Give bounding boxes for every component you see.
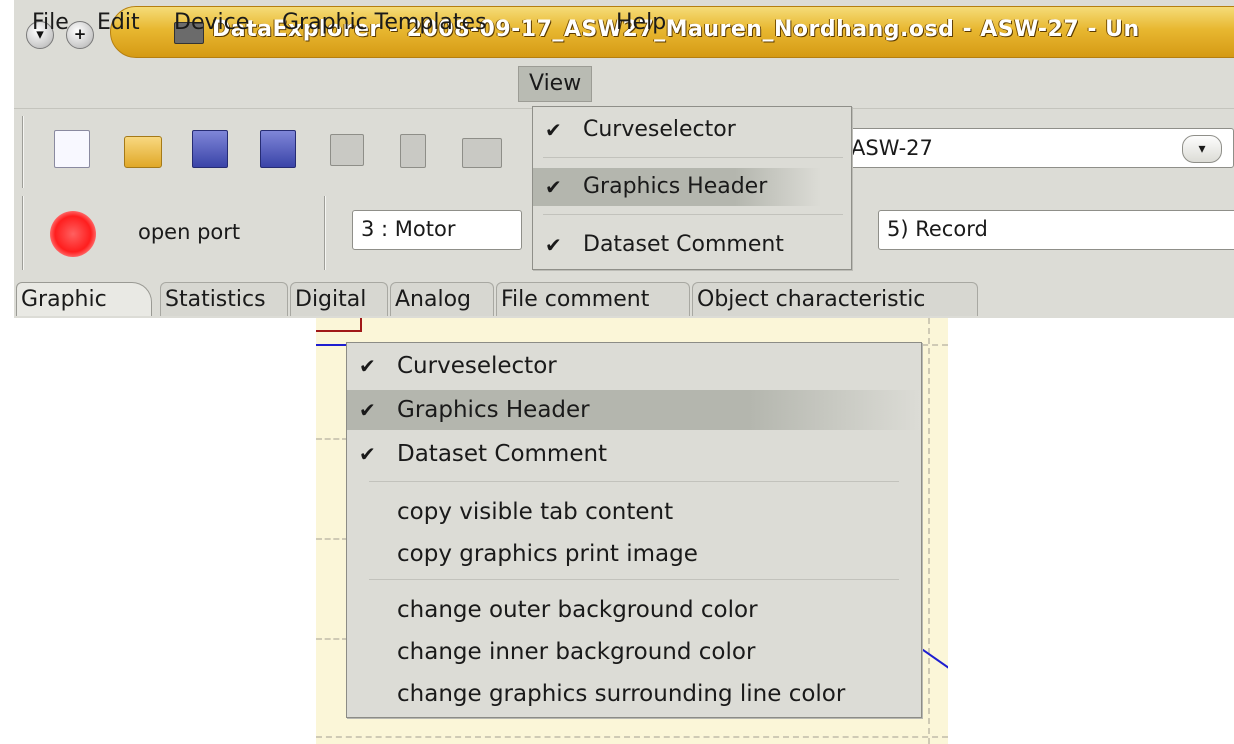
save-icon[interactable]: [192, 130, 228, 168]
toolbar-separator: [324, 196, 326, 270]
menu-help[interactable]: Help: [606, 6, 676, 40]
menu-bar: [14, 64, 1234, 109]
grid-line: [316, 736, 948, 738]
device-select-value: ASW-27: [851, 136, 933, 160]
context-item-surrounding-line-color[interactable]: change graphics surrounding line color: [347, 674, 921, 714]
curve-blue: [316, 344, 346, 346]
open-port-label[interactable]: open port: [138, 220, 240, 244]
toolbar-handle: [22, 196, 24, 270]
check-icon: ✔: [359, 398, 376, 422]
check-icon: ✔: [545, 118, 562, 142]
channel-select[interactable]: 3 : Motor: [352, 210, 522, 250]
menu-view[interactable]: View: [518, 66, 593, 102]
menu-separator: [369, 481, 899, 482]
graphic-context-menu: ✔ Curveselector ✔ Graphics Header ✔ Data…: [346, 342, 922, 718]
menu-edit[interactable]: Edit: [87, 6, 150, 40]
record-select-value: 5) Record: [887, 217, 988, 241]
context-item-label: change graphics surrounding line color: [397, 681, 846, 707]
view-menu-item-label: Curveselector: [583, 117, 736, 142]
toolbar-handle: [22, 116, 24, 188]
context-item-graphics-header[interactable]: ✔ Graphics Header: [347, 390, 921, 430]
menu-device[interactable]: Device: [164, 6, 259, 40]
save-as-icon[interactable]: [260, 130, 296, 168]
view-menu-dropdown: ✔ Curveselector ✔ Graphics Header ✔ Data…: [532, 106, 852, 270]
open-folder-icon[interactable]: [124, 136, 162, 168]
curve-blue: [919, 646, 948, 672]
context-item-label: Curveselector: [397, 353, 557, 379]
view-menu-item-dataset-comment[interactable]: ✔ Dataset Comment: [533, 226, 851, 264]
grid-line: [316, 538, 348, 540]
channel-select-value: 3 : Motor: [361, 217, 456, 241]
menu-separator: [369, 579, 899, 580]
view-menu-item-label: Graphics Header: [583, 174, 768, 199]
menu-separator: [543, 157, 843, 158]
grid-line: [316, 638, 348, 640]
menu-graphic-templates[interactable]: Graphic Templates: [272, 6, 497, 40]
menu-separator: [543, 214, 843, 215]
check-icon: ✔: [359, 354, 376, 378]
graphic-canvas[interactable]: ✔ Curveselector ✔ Graphics Header ✔ Data…: [316, 318, 948, 744]
context-item-label: change outer background color: [397, 597, 758, 623]
view-menu-item-graphics-header[interactable]: ✔ Graphics Header: [533, 168, 821, 206]
context-item-outer-bg-color[interactable]: change outer background color: [347, 590, 921, 630]
tab-digital[interactable]: Digital: [290, 282, 388, 316]
context-item-inner-bg-color[interactable]: change inner background color: [347, 632, 921, 672]
new-file-icon[interactable]: [54, 130, 90, 168]
context-item-copy-print-image[interactable]: copy graphics print image: [347, 534, 921, 574]
application-window: ▾ + DataExplorer - 2008-09-17_ASW27_Maur…: [14, 0, 1234, 318]
chevron-down-icon: ▾: [1198, 141, 1206, 157]
grid-line: [316, 438, 348, 440]
tab-statistics[interactable]: Statistics: [160, 282, 288, 316]
settings-icon[interactable]: [330, 134, 364, 166]
device-select-dropdown[interactable]: ▾: [1182, 135, 1222, 163]
check-icon: ✔: [545, 233, 562, 257]
view-menu-item-label: Dataset Comment: [583, 232, 784, 257]
record-select[interactable]: 5) Record: [878, 210, 1234, 250]
context-item-label: copy graphics print image: [397, 541, 698, 567]
context-item-copy-tab-content[interactable]: copy visible tab content: [347, 492, 921, 532]
view-menu-item-curveselector[interactable]: ✔ Curveselector: [533, 111, 851, 149]
device-select[interactable]: ASW-27: [842, 128, 1234, 168]
grid-line: [928, 318, 930, 744]
menu-file[interactable]: File: [22, 6, 79, 40]
context-item-label: Graphics Header: [397, 397, 590, 423]
check-icon: ✔: [359, 442, 376, 466]
curve-red: [316, 318, 362, 332]
context-item-dataset-comment[interactable]: ✔ Dataset Comment: [347, 434, 921, 474]
tab-file-comment[interactable]: File comment: [496, 282, 690, 316]
context-item-curveselector[interactable]: ✔ Curveselector: [347, 346, 921, 386]
tab-graphic[interactable]: Graphic: [16, 282, 152, 316]
check-icon: ✔: [545, 175, 562, 199]
copy-icon[interactable]: [400, 134, 426, 168]
record-status-icon[interactable]: [50, 211, 96, 257]
context-item-label: copy visible tab content: [397, 499, 674, 525]
context-item-label: Dataset Comment: [397, 441, 608, 467]
context-item-label: change inner background color: [397, 639, 756, 665]
print-icon[interactable]: [462, 138, 502, 168]
tab-object-characteristic[interactable]: Object characteristic: [692, 282, 978, 316]
tab-analog[interactable]: Analog: [390, 282, 494, 316]
